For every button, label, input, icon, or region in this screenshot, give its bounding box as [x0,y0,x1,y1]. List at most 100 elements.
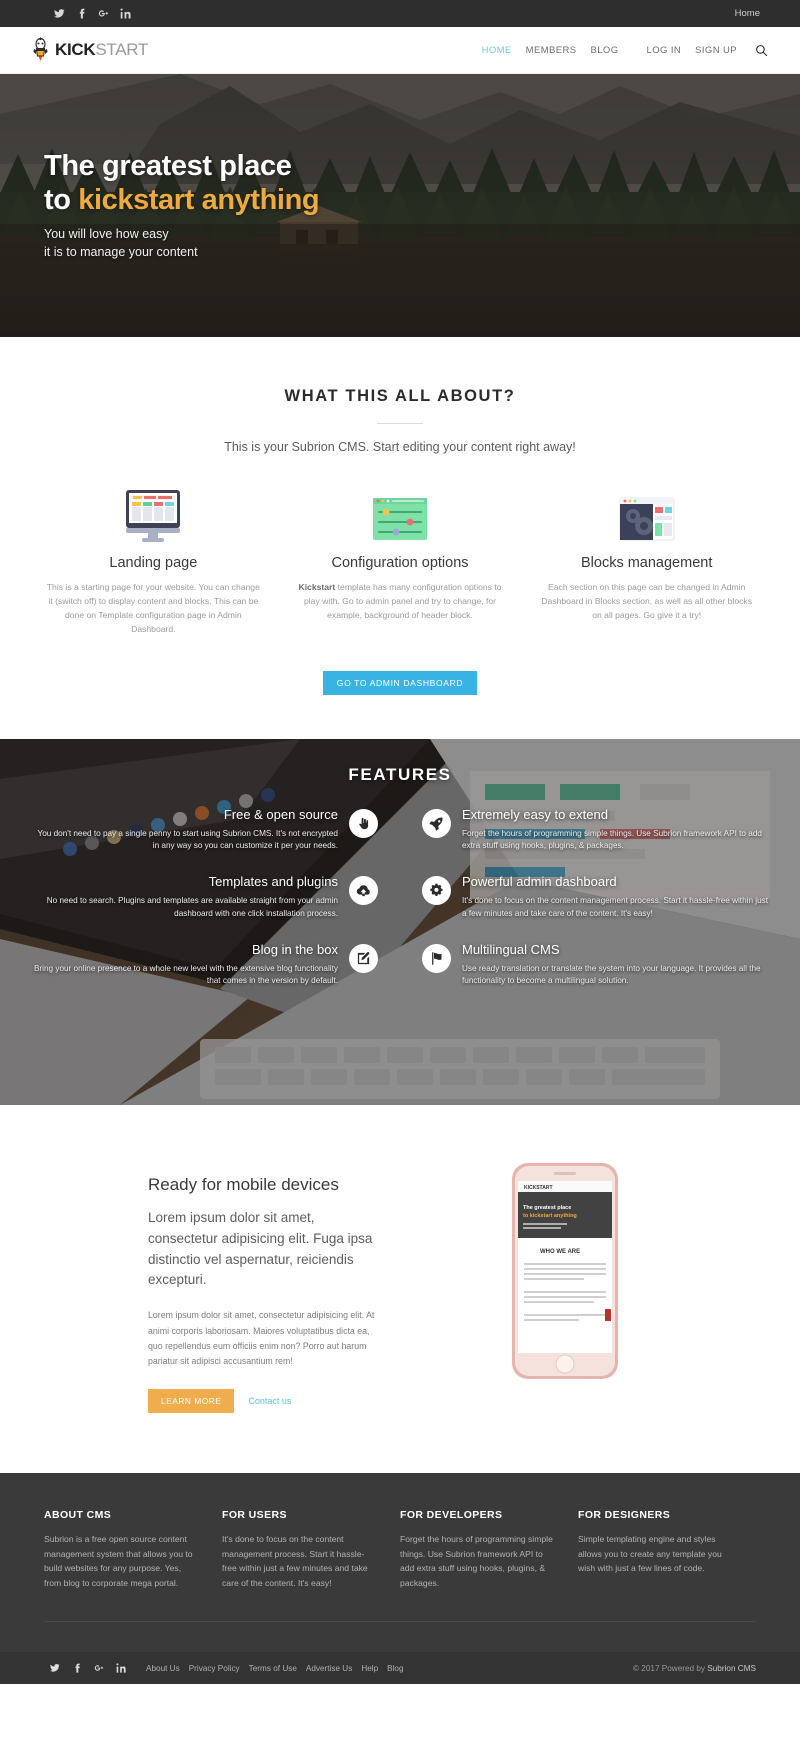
footer-column-text: Simple templating engine and styles allo… [578,1533,722,1574]
about-column-text: This is a starting page for your website… [46,582,260,634]
mobile-inner: Ready for mobile devices Lorem ipsum dol… [0,1161,800,1413]
about-columns: Landing page This is a starting page for… [0,486,800,637]
features-section: FEATURES Free & open source You don't ne… [0,738,800,1105]
about-column-title: Landing page [109,555,198,571]
about-column-text-bold: Kickstart [298,582,336,592]
rocket-icon [422,808,451,838]
mobile-section: Ready for mobile devices Lorem ipsum dol… [0,1104,800,1473]
feature-title: Extremely easy to extend [462,806,608,822]
about-lead: This is your Subrion CMS. Start editing … [224,440,576,454]
feature-text: Templates and plugins No need to search.… [30,874,338,920]
learn-more-button[interactable]: LEARN MORE [148,1388,235,1413]
feature-title: Free & open source [223,806,338,822]
feature-desc: No need to search. Plugins and templates… [46,896,338,918]
features-heading: FEATURES [348,764,452,784]
contact-us-link[interactable]: Contact us [248,1396,291,1406]
feature-blog-in-the-box: Blog in the box Bring your online presen… [30,942,378,988]
copyright: © 2017 Powered by Subrion CMS [633,1664,756,1673]
footer-link-blog[interactable]: Blog [387,1664,403,1673]
feature-text: Blog in the box Bring your online presen… [30,942,338,988]
search-icon[interactable] [755,44,768,57]
site-header: KICKSTART HOME MEMBERS BLOG LOG IN SIGN … [0,27,800,74]
cogs-icon [422,876,451,906]
footer-column-title: FOR DEVELOPERS [400,1508,503,1521]
footer-bottom-bar: About Us Privacy Policy Terms of Use Adv… [0,1652,800,1684]
nav-item-login[interactable]: LOG IN [647,45,682,56]
about-column-blocks: Blocks management Each section on this p… [523,486,770,637]
feature-free-open-source: Free & open source You don't need to pay… [30,807,378,853]
nav-item-home[interactable]: HOME [482,45,512,56]
feature-easy-to-extend: Extremely easy to extend Forget the hour… [422,807,770,853]
nav-item-members[interactable]: MEMBERS [526,45,577,56]
footer-link-privacy-policy[interactable]: Privacy Policy [189,1664,240,1673]
feature-title: Multilingual CMS [462,941,560,957]
about-cta-wrap: GO TO ADMIN DASHBOARD [0,670,800,695]
about-column-text: Each section on this page can be changed… [541,582,752,620]
footer-column-text: It's done to focus on the content manage… [222,1533,368,1589]
linkedin-icon[interactable] [114,0,136,27]
footer-column-title: FOR DESIGNERS [578,1508,671,1521]
go-to-admin-dashboard-button[interactable]: GO TO ADMIN DASHBOARD [322,670,478,695]
footer-link-help[interactable]: Help [361,1664,378,1673]
hero-title-line-2-prefix: to [44,184,79,217]
feature-desc: Forget the hours of programming simple t… [462,828,762,850]
facebook-icon[interactable] [70,0,92,27]
topbar-home-link[interactable]: Home [735,8,760,19]
hero-subtitle-line-2: it is to manage your content [44,245,198,260]
footer-link-advertise-us[interactable]: Advertise Us [306,1664,352,1673]
footer-column-text: Forget the hours of programming simple t… [400,1533,553,1589]
footer-link-about-us[interactable]: About Us [146,1664,180,1673]
twitter-icon[interactable] [48,0,70,27]
about-heading: WHAT THIS ALL ABOUT? [284,387,516,405]
copyright-text: © 2017 Powered by [632,1663,708,1673]
linkedin-icon[interactable] [110,1663,132,1673]
nav-item-signup[interactable]: SIGN UP [695,45,737,56]
about-column-landing-page: Landing page This is a starting page for… [30,486,277,637]
footer-column-for-developers: FOR DEVELOPERS Forget the hours of progr… [400,1509,578,1591]
google-plus-icon[interactable] [88,1663,110,1673]
heading-divider [377,423,423,424]
feature-text: Free & open source You don't need to pay… [30,806,339,853]
logo-text-light: START [95,40,149,59]
google-plus-icon[interactable] [92,0,114,27]
nav-item-blog[interactable]: BLOG [591,45,619,56]
page-root: Home KICKSTART HOME MEMBERS BLOG LOG IN … [0,0,800,1684]
mobile-heading: Ready for mobile devices [148,1174,339,1194]
sliders-configuration-icon [291,486,510,542]
logo-text-bold: KICK [55,40,96,59]
gears-blocks-icon [537,486,756,542]
svg-text:KICKSTART: KICKSTART [524,1185,553,1191]
svg-text:WHO WE ARE: WHO WE ARE [540,1249,580,1255]
footer-column-for-users: FOR USERS It's done to focus on the cont… [222,1509,400,1591]
mobile-big-text: Lorem ipsum dolor sit amet, consectetur … [148,1209,373,1288]
feature-desc: Use ready translation or translate the s… [462,963,761,986]
features-grid: Free & open source You don't need to pay… [30,807,770,988]
feature-templates-plugins: Templates and plugins No need to search.… [30,874,378,920]
hero-subtitle: You will love how easy it is to manage y… [44,226,756,262]
feature-desc: It's done to focus on the content manage… [462,896,769,918]
logo[interactable]: KICKSTART [32,37,148,63]
hero-subtitle-line-1: You will love how easy [44,227,169,242]
footer-link-terms-of-use[interactable]: Terms of Use [249,1664,297,1673]
feature-text: Extremely easy to extend Forget the hour… [462,807,770,853]
main-nav: HOME MEMBERS BLOG LOG IN SIGN UP [468,44,768,57]
pencil-square-icon [349,943,378,973]
footer-column-text: Subrion is a free open source content ma… [44,1533,193,1589]
feature-text: Powerful admin dashboard It's done to fo… [462,874,770,920]
feature-title: Powerful admin dashboard [462,874,617,890]
facebook-icon[interactable] [66,1663,88,1673]
phone-column: KICKSTART The greatest place to kickstar… [378,1161,752,1381]
feature-title: Templates and plugins [208,874,338,890]
mobile-small-text: Lorem ipsum dolor sit amet, consectetur … [148,1310,375,1366]
feature-desc: You don't need to pay a single penny to … [37,828,339,850]
monitor-landing-page-icon [44,486,263,542]
hero-section: The greatest place to kickstart anything… [0,74,800,337]
footer-social-list [44,1663,132,1673]
footer-column-about-cms: ABOUT CMS Subrion is a free open source … [44,1509,222,1591]
hero-title: The greatest place to kickstart anything [44,149,756,217]
twitter-icon[interactable] [44,1663,66,1673]
feature-desc: Bring your online presence to a whole ne… [33,963,338,986]
mobile-actions: LEARN MORE Contact us [148,1388,378,1413]
svg-text:to kickstart anything: to kickstart anything [523,1213,577,1219]
feature-admin-dashboard: Powerful admin dashboard It's done to fo… [422,874,770,920]
